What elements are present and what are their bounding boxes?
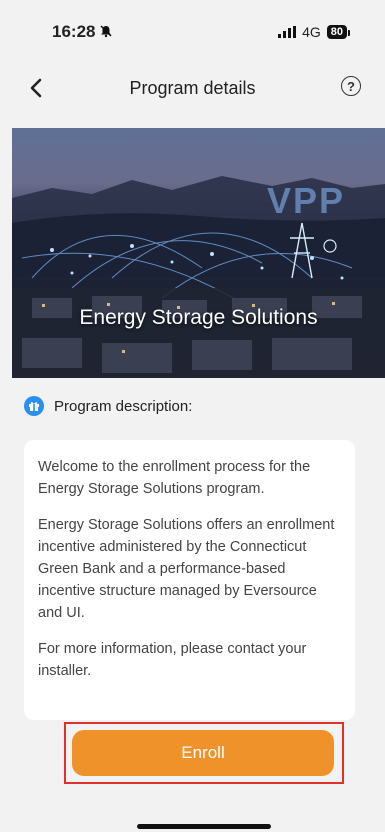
help-icon[interactable]: ?	[341, 76, 361, 96]
enroll-button[interactable]: Enroll	[72, 730, 334, 776]
page-title: Program details	[129, 77, 256, 98]
bell-muted-icon	[99, 24, 113, 41]
hero-illustration	[12, 176, 385, 378]
status-right: 4G 80	[278, 24, 351, 40]
description-paragraph: Energy Storage Solutions offers an enrol…	[38, 517, 335, 621]
back-chevron-icon[interactable]	[24, 76, 48, 100]
vpp-badge: VPP	[266, 180, 345, 221]
network-type: 4G	[302, 24, 321, 40]
gift-icon	[24, 396, 44, 416]
description-card: Welcome to the enrollment process for th…	[24, 440, 355, 720]
status-left: 16:28	[52, 22, 113, 42]
section-header: Program description:	[24, 396, 192, 416]
description-paragraph: Welcome to the enrollment process for th…	[38, 459, 311, 497]
home-indicator	[137, 824, 271, 829]
battery-icon: 80	[326, 25, 351, 39]
nav-bar: Program details ?	[0, 64, 385, 112]
status-time: 16:28	[52, 22, 96, 41]
section-label: Program description:	[54, 397, 193, 415]
status-bar: 16:28 4G 80	[0, 0, 385, 64]
description-paragraph: For more information, please contact you…	[38, 641, 307, 679]
hero-banner: VPP Energy Storage Solutions	[12, 128, 385, 378]
hero-title: Energy Storage Solutions	[79, 306, 318, 329]
signal-icon	[278, 26, 297, 38]
